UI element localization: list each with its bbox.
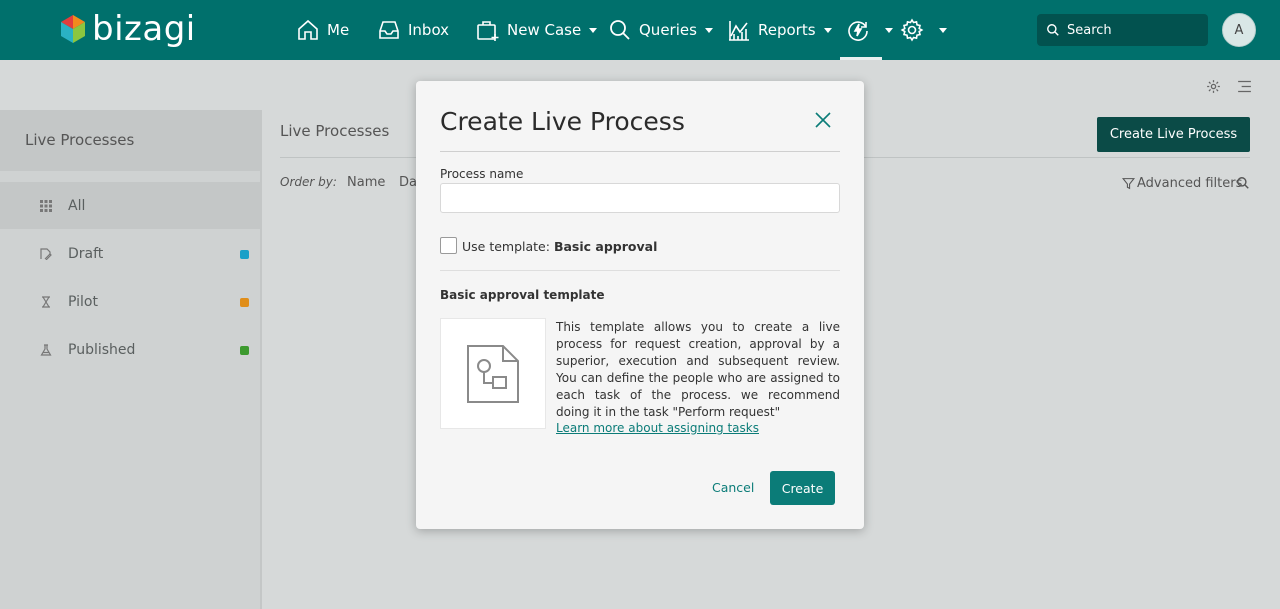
use-template-prefix: Use template: [462, 239, 550, 254]
sidebar-item-label: Draft [68, 245, 104, 262]
template-description: This template allows you to create a liv… [556, 320, 840, 419]
nav-queries-label: Queries [639, 21, 697, 39]
search-icon [610, 20, 630, 40]
published-status-dot [240, 346, 249, 355]
search-icon [1047, 24, 1059, 36]
template-heading: Basic approval template [440, 288, 605, 302]
order-by-name[interactable]: Name [347, 175, 385, 190]
process-name-label: Process name [440, 167, 524, 181]
use-template-name: Basic approval [553, 239, 658, 254]
create-live-process-dialog: Create Live Process Process name Use tem… [416, 81, 864, 529]
advanced-filters-button[interactable]: Advanced filters [1122, 176, 1242, 191]
sidebar-item-label: Published [68, 341, 136, 358]
chevron-down-icon [823, 27, 832, 33]
reports-chart-icon [729, 21, 749, 41]
nav-live-processes[interactable] [846, 16, 893, 44]
create-live-process-button[interactable]: Create Live Process [1097, 117, 1250, 152]
template-thumbnail [440, 318, 546, 429]
home-icon [298, 19, 318, 40]
sidebar-item-label: Pilot [68, 293, 98, 310]
chevron-down-icon [704, 27, 713, 33]
advanced-filters-label: Advanced filters [1137, 176, 1243, 191]
create-button[interactable]: Create [770, 471, 835, 505]
use-template-label[interactable]: Use template: Basic approval [462, 239, 657, 254]
sidebar-item-all[interactable]: All [0, 182, 260, 229]
page-utility-icons [1205, 78, 1253, 95]
new-case-icon [477, 21, 499, 41]
sidebar-item-draft[interactable]: Draft [0, 230, 260, 277]
sidebar-item-published[interactable]: Published [0, 326, 260, 373]
close-icon[interactable] [814, 111, 832, 129]
grid-icon [40, 199, 52, 212]
pilot-status-dot [240, 298, 249, 307]
chevron-down-icon [589, 27, 598, 33]
menu-lines-icon[interactable] [1236, 78, 1253, 95]
inbox-icon [379, 21, 399, 39]
draft-status-dot [240, 250, 249, 259]
chevron-down-icon [939, 27, 947, 33]
top-navigation-bar: bizagi Me Inbox New Case Queries Reports [0, 0, 1280, 60]
nav-admin[interactable] [900, 16, 947, 44]
search-icon[interactable] [1236, 176, 1250, 190]
sidebar-title: Live Processes [0, 110, 260, 171]
process-name-input[interactable] [440, 183, 840, 213]
nav-new-case-label: New Case [507, 21, 582, 39]
nav-inbox[interactable]: Inbox [377, 16, 449, 44]
order-by-date[interactable]: Da [399, 175, 417, 190]
puzzle-settings-icon[interactable] [1205, 78, 1222, 95]
lightning-refresh-icon [848, 21, 868, 41]
hourglass-icon [42, 295, 50, 308]
global-search-input[interactable]: Search [1037, 14, 1208, 46]
nav-me-label: Me [327, 21, 350, 39]
live-processes-sidebar: Live Processes All Draft Pilot Published [0, 110, 262, 609]
nav-queries[interactable]: Queries [608, 16, 713, 44]
dialog-title: Create Live Process [440, 107, 685, 136]
nav-inbox-label: Inbox [408, 21, 450, 39]
dialog-title-divider [440, 151, 840, 152]
cancel-button[interactable]: Cancel [712, 480, 754, 495]
flask-icon [40, 343, 52, 356]
bizagi-logo[interactable]: bizagi [60, 10, 196, 48]
bizagi-logo-icon [61, 15, 85, 43]
nav-reports[interactable]: Reports [727, 16, 832, 44]
sidebar-item-pilot[interactable]: Pilot [0, 278, 260, 325]
learn-more-link[interactable]: Learn more about assigning tasks [556, 421, 759, 435]
nav-me[interactable]: Me [296, 16, 349, 44]
nav-active-indicator [840, 57, 882, 60]
brand-name: bizagi [92, 9, 196, 49]
sidebar-item-label: All [68, 197, 86, 214]
template-divider [440, 270, 840, 271]
chevron-down-icon [885, 27, 893, 33]
order-by-label: Order by: [280, 175, 337, 189]
process-template-icon [467, 344, 519, 403]
gear-icon [900, 18, 924, 42]
search-placeholder: Search [1067, 22, 1112, 38]
filter-icon [1122, 178, 1135, 190]
nav-new-case[interactable]: New Case [476, 16, 598, 44]
draft-icon [40, 247, 52, 260]
nav-reports-label: Reports [758, 21, 816, 39]
page-title: Live Processes [280, 122, 390, 140]
use-template-checkbox[interactable] [440, 237, 457, 254]
user-avatar[interactable]: A [1222, 13, 1256, 47]
